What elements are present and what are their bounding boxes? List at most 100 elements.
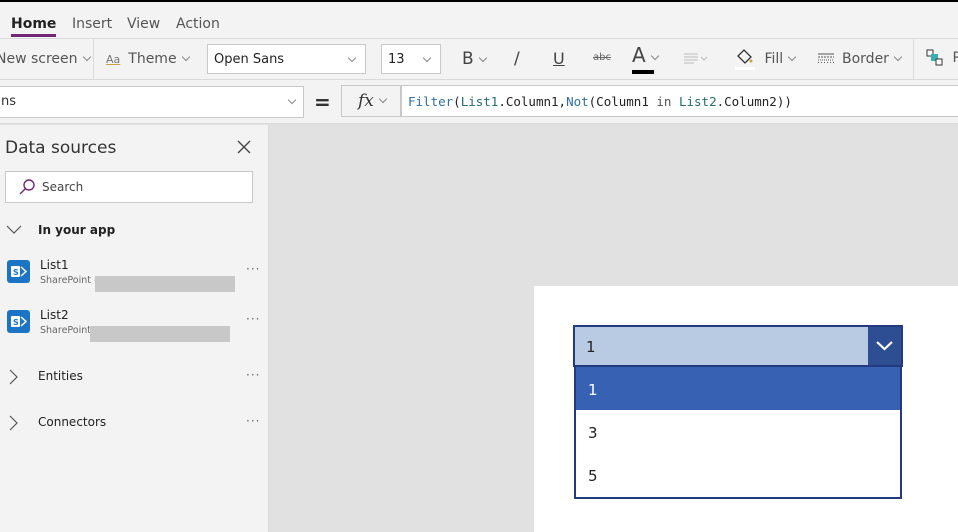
border-style-icon [818,53,834,63]
border-label: Border [842,51,889,67]
strikethrough-icon: abc [593,52,611,63]
sharepoint-icon: S [7,310,30,333]
formula-input[interactable]: Filter(List1.Column1,Not(Column1 in List… [401,85,958,117]
more-options-button[interactable]: ··· [246,414,260,428]
formula-token [671,94,679,109]
equals-sign: = [314,90,331,114]
formula-bar: ns = fx Filter(List1.Column1,Not(Column1… [0,80,958,124]
theme-button[interactable]: Aa Theme [106,51,190,67]
fill-label: Fill [764,51,784,67]
toolbar-divider [913,39,914,79]
data-source-type: SharePoint - [40,275,98,286]
svg-text:S: S [13,268,19,277]
font-size-value: 13 [388,52,405,67]
redacted-text [95,276,235,292]
tab-view[interactable]: View [127,16,160,32]
tab-insert[interactable]: Insert [72,16,112,32]
dropdown-control[interactable]: 1 [573,325,903,367]
reorder-label: R [952,50,958,66]
chevron-down-icon [6,225,22,234]
chevron-down-icon [287,95,297,105]
search-icon [19,179,35,195]
dropdown-toggle-button[interactable] [868,327,901,365]
strikethrough-button[interactable]: abc [593,52,611,63]
font-family-select[interactable]: Open Sans [207,44,366,74]
fill-bucket-icon [735,49,755,70]
fx-button[interactable]: fx [341,85,401,117]
entities-label: Entities [38,369,83,383]
fill-button[interactable]: Fill [734,47,797,71]
search-placeholder: Search [42,180,84,194]
formula-token: Not [566,94,589,109]
chevron-right-icon [9,369,18,385]
chevron-down-icon [876,341,893,351]
property-select[interactable]: ns [0,86,304,118]
tab-home[interactable]: Home [11,16,57,37]
dropdown-options-list: 1 3 5 [574,367,902,499]
chevron-down-icon [378,94,388,104]
font-color-icon: A [632,43,646,67]
ribbon-toolbar: New screen Aa Theme Open Sans 13 B / U ab… [0,38,958,80]
chevron-down-icon [82,52,91,62]
sharepoint-icon: S [7,260,30,283]
italic-icon: / [514,49,520,69]
data-source-list2[interactable]: S List2 SharePoint [5,306,260,342]
font-family-value: Open Sans [214,52,285,67]
in-your-app-section[interactable]: In your app [0,223,120,239]
panel-title: Data sources [5,138,117,158]
chevron-down-icon [787,52,797,62]
more-options-button[interactable]: ··· [246,262,260,276]
more-options-button[interactable]: ··· [246,368,260,382]
svg-text:S: S [13,318,19,327]
formula-token: List1 [460,94,499,109]
fx-icon: fx [358,91,374,111]
reorder-button[interactable]: R [926,49,958,67]
underline-icon: U [553,49,565,68]
data-source-list1[interactable]: S List1 SharePoint - [5,256,260,292]
data-source-type: SharePoint [40,325,92,336]
bold-icon: B [462,49,474,69]
chevron-down-icon [181,52,190,62]
theme-label: Theme [128,51,177,67]
tab-action[interactable]: Action [176,16,220,32]
reorder-icon [926,49,943,66]
formula-token: .Column1, [498,94,567,109]
data-source-name: List1 [40,258,69,272]
data-source-name: List2 [40,308,69,322]
dropdown-option[interactable]: 1 [576,367,900,410]
property-value: ns [1,94,17,109]
formula-token: in [656,94,672,109]
connectors-section[interactable]: Connectors [0,415,120,431]
toolbar-divider [93,39,94,79]
entities-section[interactable]: Entities [0,369,120,385]
align-button[interactable] [684,53,710,69]
chevron-down-icon [650,51,659,61]
border-button[interactable]: Border [818,51,903,67]
chevron-down-icon [422,53,432,63]
redacted-text [90,326,230,342]
dropdown-option[interactable]: 3 [576,410,900,453]
font-color-button[interactable]: A [632,43,659,74]
search-input[interactable]: Search [5,171,253,203]
formula-token: Filter [408,94,454,109]
close-icon[interactable] [236,139,252,155]
new-screen-button[interactable]: New screen [0,51,91,67]
align-icon [684,53,708,64]
font-size-select[interactable]: 13 [381,44,441,74]
bold-button[interactable]: B [462,49,487,69]
formula-token: ( [453,94,461,109]
italic-button[interactable]: / [514,49,520,69]
chevron-down-icon [893,52,903,62]
ribbon-tabs: Home Insert View Action [0,2,958,38]
more-options-button[interactable]: ··· [246,312,260,326]
connectors-label: Connectors [38,415,107,429]
chevron-right-icon [9,415,18,431]
in-your-app-label: In your app [38,223,116,237]
dropdown-selected-value: 1 [586,338,596,356]
dropdown-option[interactable]: 5 [576,453,900,496]
formula-token: .Column2)) [716,94,792,109]
font-color-swatch [632,70,654,74]
formula-token: List2 [678,94,717,109]
underline-button[interactable]: U [553,49,565,68]
chevron-down-icon [478,53,487,63]
